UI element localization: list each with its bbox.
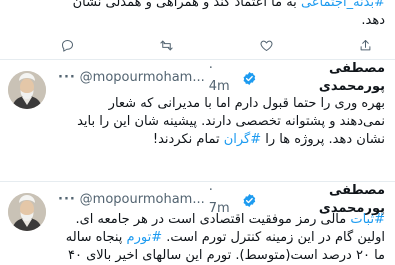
more-options-icon[interactable]: ··· [58, 69, 80, 87]
more-options-icon[interactable]: ··· [58, 191, 80, 209]
tweet-header: ··· @mopourmoham... · 7m مصطفی پورمحمدی [58, 183, 385, 216]
hashtag-link[interactable]: #تورم [127, 230, 163, 245]
tweet-text: #بدنه_اجتماعی به ما اعتماد کند و همراهی … [73, 0, 385, 12]
hashtag-link[interactable]: #بدنه_اجتماعی [301, 0, 385, 10]
retweet-icon[interactable] [158, 36, 176, 54]
heart-icon[interactable] [257, 36, 275, 54]
verified-badge-icon [243, 193, 255, 207]
tweet-header: ··· @mopourmoham... · 4m مصطفی پورمحمدی [58, 61, 385, 94]
tweet-text-line: نمی‌دهند و پشتوانه تخصصی دارند. پیشینه ش… [77, 114, 385, 129]
tweet-text-line: ما ۲۰ درصد است(متوسط). تورم این سالهای ا… [67, 248, 385, 263]
tweet-card-previous[interactable]: #بدنه_اجتماعی به ما اعتماد کند و همراهی … [0, 0, 395, 60]
tweet-time[interactable]: · 4m [209, 60, 236, 96]
avatar[interactable] [8, 71, 46, 109]
tweet-text-line: دهد. [361, 13, 385, 28]
tweet-text-line: اولین گام در این زمینه کنترل تورم است. #… [65, 230, 385, 245]
tweet-text-line: #ثبات مالی رمز موفقیت اقتصادی است در هر … [75, 212, 385, 227]
tweet-text-line: بهره وری را حتما قبول دارم اما با مدیران… [108, 96, 385, 111]
verified-badge-icon [243, 71, 255, 85]
user-handle[interactable]: @mopourmoham... [80, 69, 205, 87]
avatar[interactable] [8, 193, 46, 231]
user-handle[interactable]: @mopourmoham... [80, 191, 205, 209]
reply-icon[interactable] [58, 36, 76, 54]
hashtag-link[interactable]: #گران [224, 132, 261, 147]
display-name[interactable]: مصطفی پورمحمدی [260, 60, 385, 96]
tweet-text-line: نشان دهد. پروژه ها را #گران تمام نکردند! [152, 132, 385, 147]
share-icon[interactable] [357, 36, 375, 54]
tweet-card[interactable]: ··· @mopourmoham... · 7m مصطفی پورمحمدی … [0, 183, 395, 265]
hashtag-link[interactable]: #ثبات [350, 212, 385, 227]
tweet-actions [58, 36, 375, 54]
tweet-card[interactable]: ··· @mopourmoham... · 4m مصطفی پورمحمدی … [0, 61, 395, 182]
